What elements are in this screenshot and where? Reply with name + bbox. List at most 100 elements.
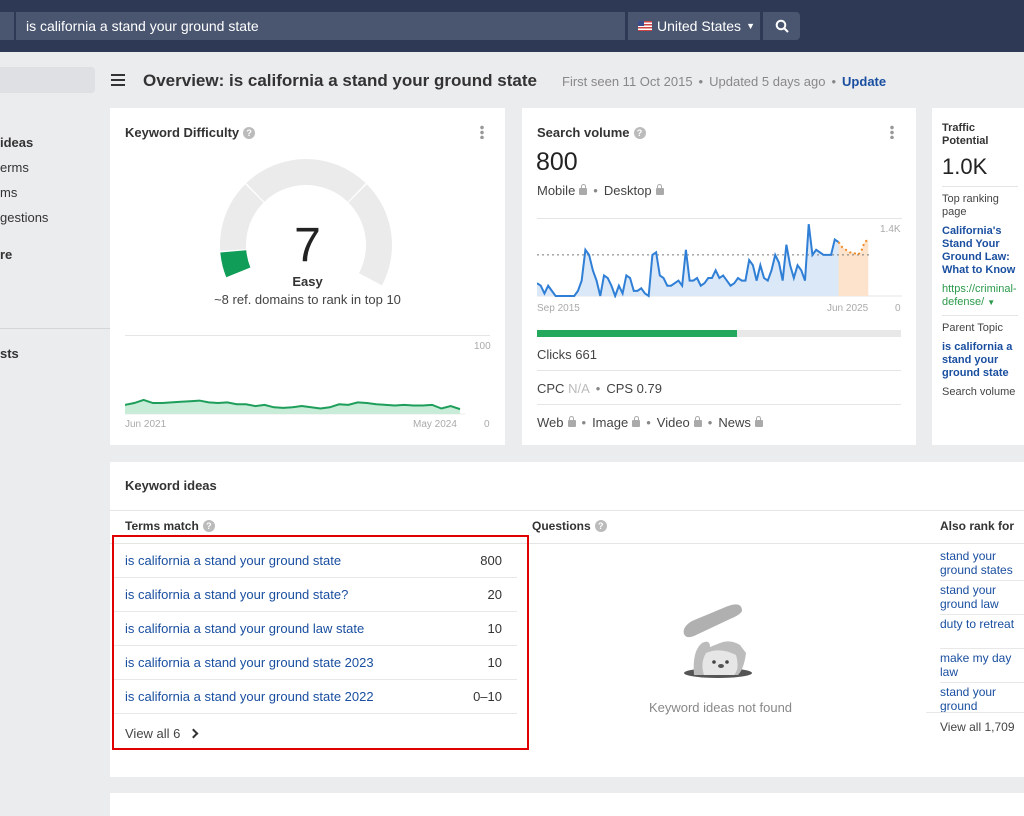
top-page-url[interactable]: https://criminal-defense/ ▼ — [942, 283, 1018, 309]
sv-xstart-label: Sep 2015 — [537, 303, 580, 314]
divider — [942, 186, 1018, 187]
cpc-cps: CPC N/A • CPS 0.79 — [537, 381, 662, 396]
sidebar-item-lists[interactable]: sts — [0, 346, 19, 361]
device-split: Mobile • Desktop — [537, 183, 664, 198]
lock-icon — [693, 416, 702, 427]
top-ranking-label: Top ranking page — [942, 193, 999, 218]
sidebar-divider — [0, 328, 110, 329]
sidebar-item-terms-2[interactable]: ms — [0, 185, 17, 200]
row-divider — [940, 580, 1024, 581]
clicks-label: Clicks 661 — [537, 347, 597, 362]
caret-down-icon: ▼ — [746, 21, 755, 31]
sidebar-item-terms[interactable]: erms — [0, 160, 29, 175]
lock-icon — [579, 184, 588, 195]
kebab-menu-icon[interactable] — [890, 125, 894, 139]
row-divider — [940, 682, 1024, 683]
menu-icon[interactable] — [111, 74, 125, 86]
page-title: Overview: is california a stand your gro… — [143, 71, 537, 90]
desktop-label: Desktop — [603, 183, 652, 198]
top-page-link[interactable]: California's Stand Your Ground Law: What… — [942, 225, 1018, 277]
divider — [942, 315, 1018, 316]
clicks-bar — [537, 330, 901, 337]
kd-xstart-label: Jun 2021 — [125, 419, 167, 430]
also-rank-link[interactable]: duty to retreat — [940, 617, 1022, 631]
search-icon — [775, 19, 789, 33]
help-icon[interactable]: ? — [633, 127, 646, 139]
mode-dropdown[interactable] — [0, 12, 14, 40]
country-dropdown[interactable]: United States ▼ — [628, 12, 760, 40]
mobile-label: Mobile — [537, 183, 576, 198]
lock-icon — [567, 416, 576, 427]
help-icon[interactable]: ? — [202, 520, 215, 532]
first-seen: First seen 11 Oct 2015 — [562, 74, 693, 89]
search-button[interactable] — [763, 12, 800, 40]
kd-trend-chart — [125, 398, 465, 415]
kd-subtext: ~8 ref. domains to rank in top 10 — [214, 292, 401, 307]
kd-title: Keyword Difficulty? — [125, 125, 256, 140]
lock-icon — [632, 416, 641, 427]
serp-types: Web • Image • Video • News — [537, 415, 763, 430]
updated-text: Updated 5 days ago — [709, 74, 826, 89]
caret-down-icon: ▼ — [987, 298, 996, 307]
next-card — [110, 793, 1024, 816]
parent-topic-link[interactable]: is california a stand your ground state — [942, 341, 1018, 380]
keyword-ideas-title: Keyword ideas — [125, 478, 217, 493]
country-label: United States — [657, 18, 742, 34]
keyword-difficulty-card: Keyword Difficulty? 7 Easy ~8 ref. domai… — [110, 108, 505, 445]
serp-image: Image — [592, 415, 629, 430]
sv-title-text: Search volume — [537, 125, 630, 140]
questions-label: Questions — [532, 519, 591, 533]
sv-ymax-label: 1.4K — [880, 224, 901, 235]
cps-label: CPS 0.79 — [606, 381, 662, 396]
highlight-box — [112, 535, 529, 750]
kd-xend-label: May 2024 — [413, 419, 457, 430]
sv-title: Search volume? — [537, 125, 646, 140]
kd-label: Easy — [292, 274, 323, 289]
also-rank-link[interactable]: stand your ground law — [940, 583, 1022, 611]
questions-empty-text: Keyword ideas not found — [648, 700, 793, 715]
traffic-potential-card: Traffic Potential 1.0K Top ranking page … — [932, 108, 1024, 445]
kd-title-text: Keyword Difficulty — [125, 125, 240, 140]
keyword-search-input[interactable] — [16, 12, 625, 40]
update-link[interactable]: Update — [842, 74, 886, 89]
help-icon[interactable]: ? — [594, 520, 607, 532]
search-volume-card: Search volume? 800 Mobile • Desktop 1.4K 0… — [522, 108, 916, 445]
sv-ymin-label: 0 — [895, 303, 901, 314]
kd-value: 7 — [294, 219, 321, 272]
kd-ymin-label: 0 — [484, 419, 490, 430]
also-rank-label: Also rank for — [940, 519, 1015, 533]
url-text: https://criminal-defense/ — [942, 283, 1017, 308]
questions-header[interactable]: Questions? — [532, 519, 607, 533]
serp-news: News — [718, 415, 751, 430]
also-rank-link[interactable]: stand your ground states — [940, 549, 1022, 577]
help-icon[interactable]: ? — [243, 127, 256, 139]
also-rank-link[interactable]: make my day law — [940, 651, 1022, 679]
sidebar-item-more[interactable]: re — [0, 247, 12, 262]
serp-web: Web — [537, 415, 564, 430]
cpc-value: N/A — [568, 381, 590, 396]
sv-forecast-area — [838, 239, 869, 296]
lock-icon — [754, 416, 763, 427]
terms-match-header[interactable]: Terms match? — [125, 519, 215, 533]
lock-icon — [655, 184, 664, 195]
page-meta: First seen 11 Oct 2015 • Updated 5 days ag… — [562, 74, 887, 89]
parent-topic-label: Parent Topic — [942, 322, 1003, 334]
sidebar-search[interactable] — [0, 67, 95, 93]
row-divider — [940, 614, 1024, 615]
serp-video: Video — [656, 415, 690, 430]
tp-title: Traffic Potential — [942, 122, 989, 147]
cpc-label: CPC — [537, 381, 565, 396]
gauge-segment — [246, 159, 366, 202]
empty-mascot-icon — [683, 604, 752, 678]
sidebar-item-ideas[interactable]: ideas — [0, 135, 33, 150]
also-rank-link[interactable]: stand your ground — [940, 685, 1022, 713]
sv-value: 800 — [536, 148, 578, 176]
clicks-bar-fill — [537, 330, 738, 337]
also-view-all-link[interactable]: View all 1,709 — [940, 720, 1022, 734]
sv-trend-chart — [537, 224, 902, 298]
sidebar-item-suggestions[interactable]: gestions — [0, 210, 48, 225]
also-rank-header[interactable]: Also rank for — [940, 519, 1022, 533]
kebab-menu-icon[interactable] — [480, 125, 484, 139]
kd-ymax-label: 100 — [474, 341, 491, 352]
us-flag-icon — [638, 21, 652, 31]
